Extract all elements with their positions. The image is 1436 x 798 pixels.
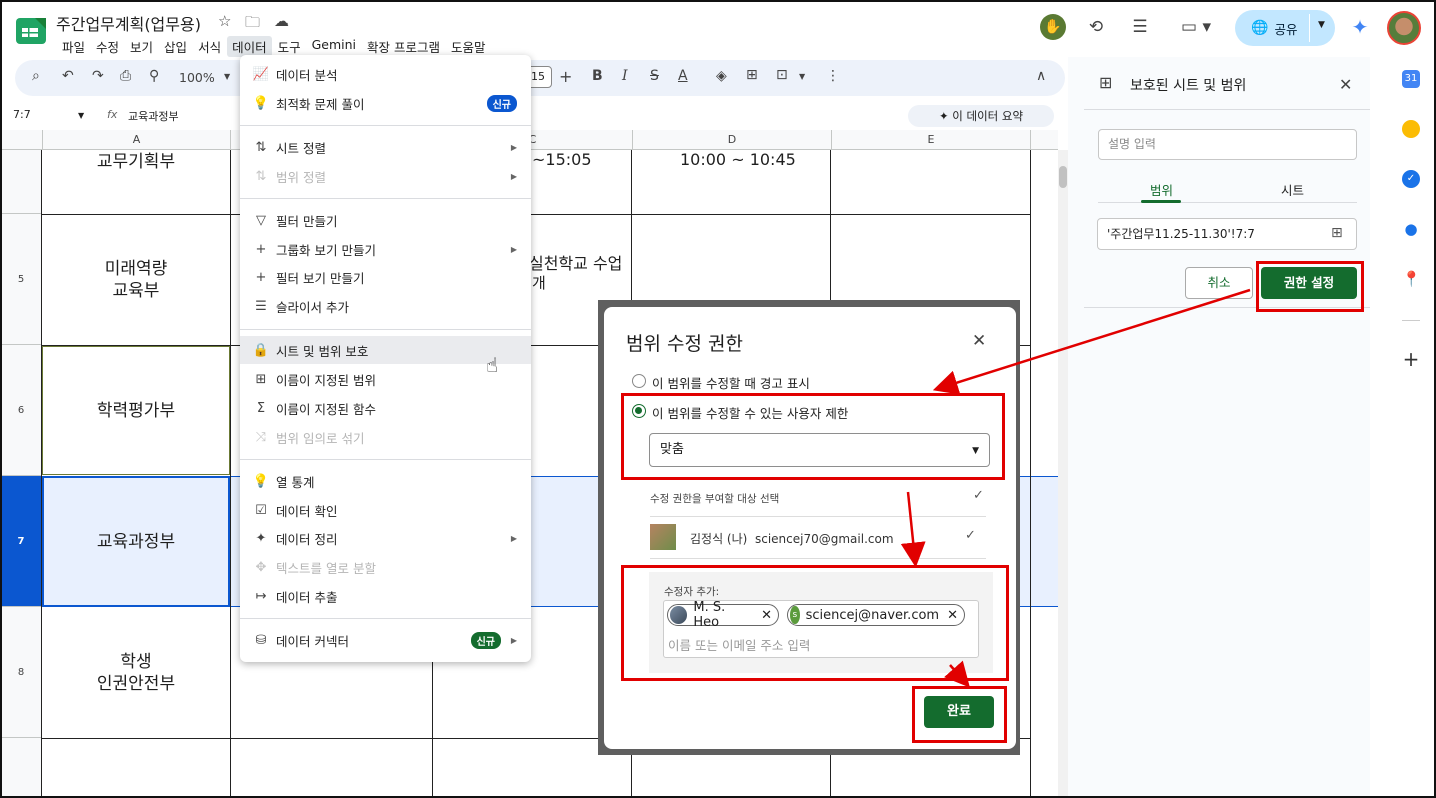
annotation-arrows	[900, 288, 1251, 688]
